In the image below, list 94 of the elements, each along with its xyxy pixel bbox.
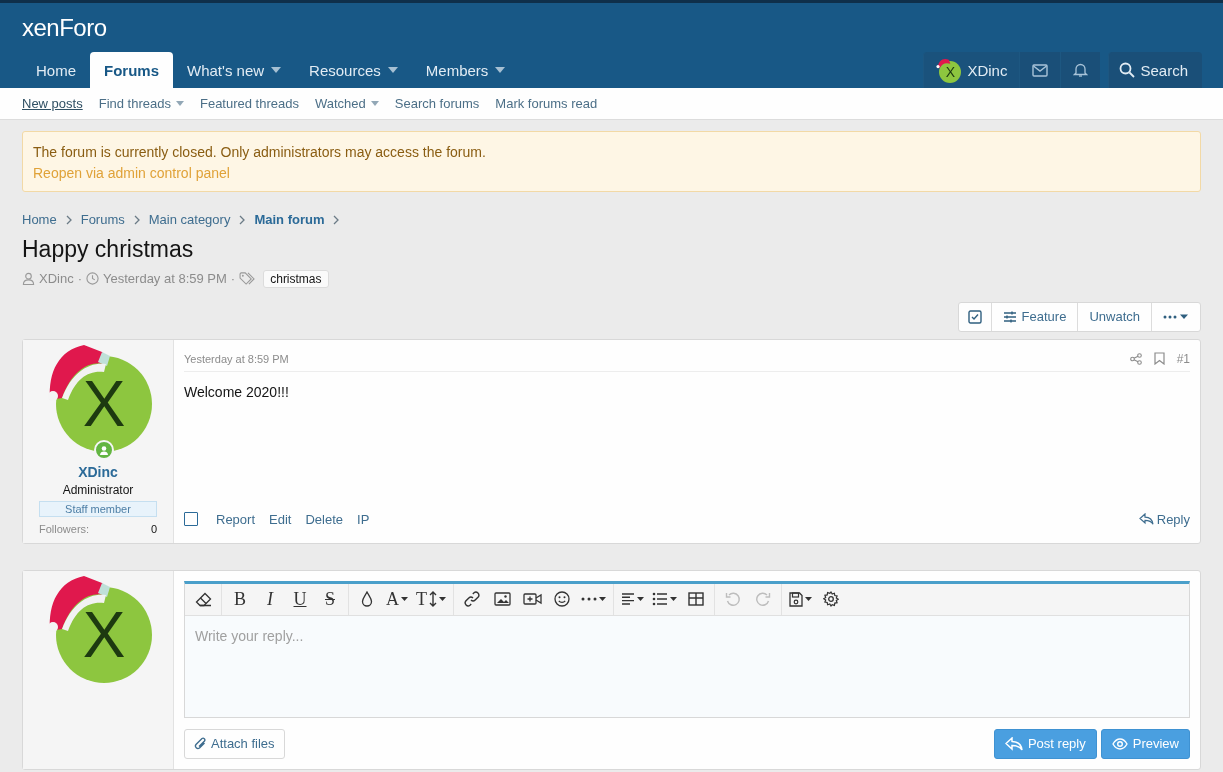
unwatch-button[interactable]: Unwatch [1077, 302, 1151, 331]
bell-icon [1073, 62, 1089, 78]
user-icon [22, 272, 35, 286]
breadcrumb-link[interactable]: Home [22, 212, 57, 227]
subnav-link[interactable]: Find threads [98, 96, 184, 111]
reply-link[interactable]: Reply [1138, 511, 1190, 527]
user-title: Administrator [62, 482, 134, 497]
attach-files-button[interactable]: Attach files [184, 728, 285, 759]
preview-button[interactable]: Preview [1100, 728, 1190, 759]
chevron-icon [133, 214, 140, 225]
sliders-icon [1002, 310, 1017, 323]
subnav-link[interactable]: Featured threads [199, 96, 299, 111]
feature-button[interactable]: Feature [990, 302, 1078, 331]
nav-tab[interactable]: Forums [90, 52, 174, 88]
tag-link[interactable]: christmas [263, 269, 329, 288]
post-number-link[interactable]: #1 [1176, 351, 1190, 366]
eraser-icon [194, 591, 212, 607]
table-icon [688, 592, 704, 607]
chevron-icon [65, 214, 72, 225]
size-button[interactable]: T [412, 584, 450, 615]
subnav-link[interactable]: New posts [22, 96, 83, 111]
eye-icon [1111, 737, 1128, 750]
checkbox-icon [967, 309, 982, 324]
post-text: Welcome 2020!!! [184, 383, 290, 402]
clock-icon [86, 272, 100, 286]
breadcrumb-link[interactable]: Main forum [254, 212, 325, 227]
post-action-link[interactable]: Delete [305, 511, 343, 527]
caret-icon [637, 597, 644, 602]
underline-button[interactable]: U [285, 584, 315, 615]
nav-tab[interactable]: What's new [173, 52, 296, 88]
caret-icon [439, 597, 446, 602]
share-icon[interactable] [1129, 352, 1142, 365]
italic-button[interactable]: I [255, 584, 285, 615]
staff-banner: Staff member [39, 500, 157, 517]
caret-icon [805, 597, 812, 602]
nav-tab[interactable]: Resources [295, 52, 412, 88]
bookmark-icon[interactable] [1153, 352, 1165, 366]
subnav-link[interactable]: Search forums [394, 96, 480, 111]
mail-icon [1032, 63, 1049, 77]
undo-icon [725, 591, 741, 608]
strike-button[interactable]: S [315, 584, 345, 615]
post-date[interactable]: Yesterday at 8:59 PM [184, 352, 289, 365]
post-action-link[interactable]: Report [216, 511, 256, 527]
paperclip-icon [194, 735, 208, 752]
post-action-link[interactable]: IP [357, 511, 370, 527]
video-camera-icon [522, 592, 542, 607]
subnav-link[interactable]: Mark forums read [495, 96, 598, 111]
caret-icon [670, 597, 677, 602]
caret-icon[interactable] [495, 67, 506, 73]
dots-icon [581, 597, 597, 602]
nav-tab[interactable]: Home [22, 52, 90, 88]
post-reply-button[interactable]: Post reply [993, 728, 1097, 759]
post-action-link[interactable]: Edit [269, 511, 292, 527]
stat-value: 0 [150, 522, 157, 535]
account-link[interactable]: X XDinc [923, 52, 1020, 88]
bold-button[interactable]: B [225, 584, 255, 615]
chevron-icon [333, 214, 340, 225]
more-caret-icon [1163, 312, 1189, 321]
reply-input[interactable]: Write your reply... [185, 615, 1189, 717]
reply-icon [1004, 736, 1023, 751]
align-left-icon [621, 592, 635, 607]
notice-text: The forum is currently closed. Only administrators may access the forum. [33, 144, 487, 160]
stat-label: Followers: [39, 522, 90, 535]
font-button[interactable]: A [382, 584, 412, 615]
alerts-button[interactable] [1060, 52, 1101, 88]
settings-icon [823, 591, 839, 608]
logo[interactable]: xenForo [22, 13, 107, 42]
droplet-icon [361, 591, 373, 608]
reply-icon [1138, 513, 1154, 526]
caret-icon [599, 597, 606, 602]
search-button[interactable]: Search [1108, 52, 1202, 88]
chevron-icon [239, 214, 246, 225]
tags-icon [239, 272, 257, 286]
messages-button[interactable] [1019, 52, 1061, 88]
username-link[interactable]: XDinc [78, 463, 118, 480]
select-checkbox[interactable] [184, 512, 198, 527]
caret-icon[interactable] [387, 67, 398, 73]
separator-dot: · [77, 271, 83, 287]
thread-date[interactable]: Yesterday at 8:59 PM [103, 271, 227, 287]
up-down-arrow-icon [429, 591, 437, 608]
breadcrumb-link[interactable]: Main category [148, 212, 231, 227]
nav-tab[interactable]: Members [411, 52, 520, 88]
search-icon [1119, 62, 1136, 78]
redo-icon [755, 591, 771, 608]
caret-icon[interactable] [271, 67, 282, 73]
caret-icon [401, 597, 408, 602]
link-icon [464, 591, 480, 608]
image-icon [493, 592, 511, 607]
bullet-list-icon [652, 592, 668, 607]
subnav-link[interactable]: Watched [315, 96, 379, 111]
thread-title: Happy christmas [22, 236, 195, 264]
breadcrumb-link[interactable]: Forums [80, 212, 125, 227]
separator-dot: · [230, 271, 236, 287]
smiley-icon [554, 591, 570, 608]
